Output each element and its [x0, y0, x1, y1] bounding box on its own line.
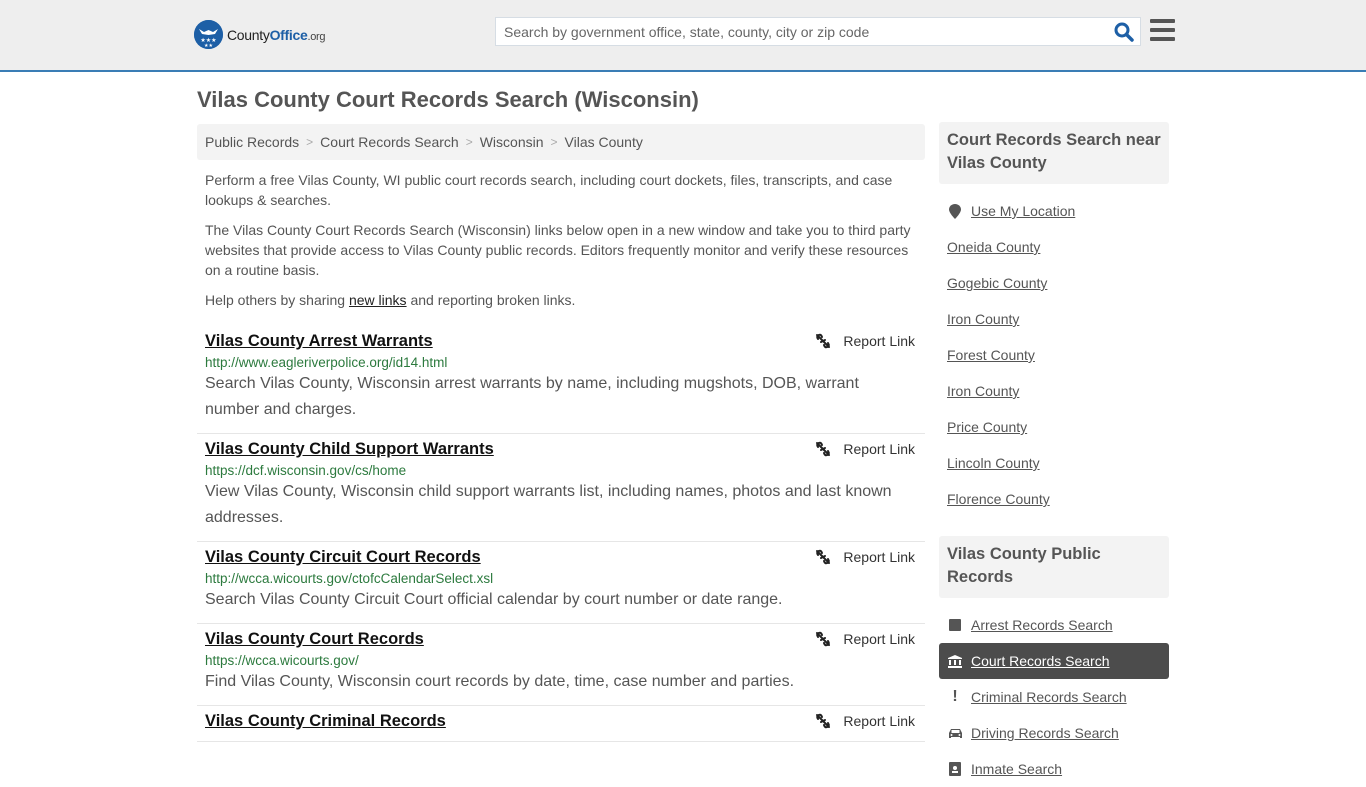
broken-link-icon: [816, 713, 831, 729]
nearby-county-link[interactable]: Gogebic County: [947, 275, 1047, 291]
result-item: Vilas County Child Support Warrants Repo…: [197, 434, 925, 542]
sidebar-item-criminal-records[interactable]: ! Criminal Records Search: [939, 679, 1169, 715]
use-my-location-link[interactable]: Use My Location: [971, 203, 1075, 219]
nearby-county-link[interactable]: Lincoln County: [947, 455, 1040, 471]
result-item: Vilas County Arrest Warrants Report Link…: [197, 326, 925, 434]
page-title: Vilas County Court Records Search (Wisco…: [197, 87, 699, 112]
nearby-county-item[interactable]: Price County: [939, 409, 1169, 445]
nearby-county-item[interactable]: Oneida County: [939, 229, 1169, 265]
intro-text: Perform a free Vilas County, WI public c…: [205, 170, 920, 320]
nearby-county-item[interactable]: Lincoln County: [939, 445, 1169, 481]
nearby-county-item[interactable]: Gogebic County: [939, 265, 1169, 301]
public-records-sidebar: Vilas County Public Records Arrest Recor…: [939, 536, 1169, 787]
results-list: Vilas County Arrest Warrants Report Link…: [197, 326, 925, 742]
broken-link-icon: [816, 549, 831, 565]
result-title-link[interactable]: Vilas County Child Support Warrants: [205, 440, 494, 459]
search-input[interactable]: [496, 18, 1096, 45]
nearby-county-item[interactable]: Florence County: [939, 481, 1169, 517]
sidebar-item-driving-records[interactable]: Driving Records Search: [939, 715, 1169, 751]
id-badge-icon: [947, 762, 963, 776]
nearby-county-link[interactable]: Forest County: [947, 347, 1035, 363]
report-link-button[interactable]: Report Link: [815, 333, 915, 349]
nearby-county-item[interactable]: Iron County: [939, 373, 1169, 409]
courthouse-icon: [947, 654, 963, 668]
public-records-heading: Vilas County Public Records: [939, 536, 1169, 598]
report-link-button[interactable]: Report Link: [815, 549, 915, 565]
share-links-paragraph: Help others by sharing new links and rep…: [205, 292, 576, 308]
breadcrumb-separator: >: [465, 135, 473, 149]
nearby-county-link[interactable]: Iron County: [947, 383, 1019, 399]
hamburger-menu-icon[interactable]: [1150, 19, 1175, 41]
result-item: Vilas County Court Records Report Link h…: [197, 624, 925, 706]
nearby-county-link[interactable]: Price County: [947, 419, 1027, 435]
breadcrumb-public-records[interactable]: Public Records: [205, 134, 299, 150]
broken-link-icon: [816, 441, 831, 457]
sidebar-item-court-records[interactable]: Court Records Search: [939, 643, 1169, 679]
broken-link-icon: [816, 631, 831, 647]
nearby-county-link[interactable]: Florence County: [947, 491, 1050, 507]
result-title-link[interactable]: Vilas County Arrest Warrants: [205, 332, 433, 351]
result-title-link[interactable]: Vilas County Circuit Court Records: [205, 548, 481, 567]
nearby-county-link[interactable]: Iron County: [947, 311, 1019, 327]
result-url: http://www.eagleriverpolice.org/id14.htm…: [205, 355, 448, 370]
svg-text:★★: ★★: [204, 43, 213, 49]
eagle-logo-icon: ★★★ ★★: [194, 20, 223, 49]
result-title-link[interactable]: Vilas County Criminal Records: [205, 712, 446, 731]
new-links-link[interactable]: new links: [349, 292, 407, 308]
search-box: [495, 17, 1141, 46]
result-description: Find Vilas County, Wisconsin court recor…: [205, 673, 795, 690]
intro-paragraph: The Vilas County Court Records Search (W…: [205, 222, 911, 278]
result-url: https://wcca.wicourts.gov/: [205, 653, 359, 668]
nearby-county-item[interactable]: Iron County: [939, 301, 1169, 337]
result-description: View Vilas County, Wisconsin child suppo…: [205, 483, 892, 526]
breadcrumb-court-records-search[interactable]: Court Records Search: [320, 134, 459, 150]
use-my-location-item[interactable]: Use My Location: [939, 193, 1169, 229]
broken-link-icon: [816, 333, 831, 349]
result-item: Vilas County Criminal Records Report Lin…: [197, 706, 925, 742]
intro-paragraph: Perform a free Vilas County, WI public c…: [205, 172, 893, 208]
result-url: https://dcf.wisconsin.gov/cs/home: [205, 463, 407, 478]
site-header: ★★★ ★★ CountyOffice.org: [0, 0, 1366, 72]
breadcrumb-wisconsin[interactable]: Wisconsin: [480, 134, 544, 150]
breadcrumb-separator: >: [550, 135, 558, 149]
sidebar-item-arrest-records[interactable]: Arrest Records Search: [939, 607, 1169, 643]
report-link-button[interactable]: Report Link: [815, 631, 915, 647]
exclamation-icon: !: [952, 688, 958, 705]
nearby-county-item[interactable]: Forest County: [939, 337, 1169, 373]
result-item: Vilas County Circuit Court Records Repor…: [197, 542, 925, 624]
nearby-heading: Court Records Search near Vilas County: [939, 122, 1169, 184]
result-description: Search Vilas County, Wisconsin arrest wa…: [205, 375, 859, 418]
result-description: Search Vilas County Circuit Court offici…: [205, 591, 783, 608]
result-url: http://wcca.wicourts.gov/ctofcCalendarSe…: [205, 571, 494, 586]
square-icon: [947, 619, 963, 631]
site-logo[interactable]: ★★★ ★★ CountyOffice.org: [194, 20, 326, 49]
result-title-link[interactable]: Vilas County Court Records: [205, 630, 424, 649]
map-pin-icon: [947, 203, 963, 219]
breadcrumb-separator: >: [306, 135, 314, 149]
nearby-county-link[interactable]: Oneida County: [947, 239, 1040, 255]
sidebar-item-inmate-search[interactable]: Inmate Search: [939, 751, 1169, 787]
report-link-button[interactable]: Report Link: [815, 441, 915, 457]
report-link-button[interactable]: Report Link: [815, 713, 915, 729]
nearby-sidebar: Court Records Search near Vilas County U…: [939, 122, 1169, 517]
logo-text: CountyOffice.org: [227, 26, 326, 43]
car-icon: [947, 728, 963, 739]
breadcrumb-vilas-county[interactable]: Vilas County: [565, 134, 643, 150]
breadcrumb: Public Records > Court Records Search > …: [197, 124, 925, 160]
search-icon[interactable]: [1114, 22, 1134, 42]
